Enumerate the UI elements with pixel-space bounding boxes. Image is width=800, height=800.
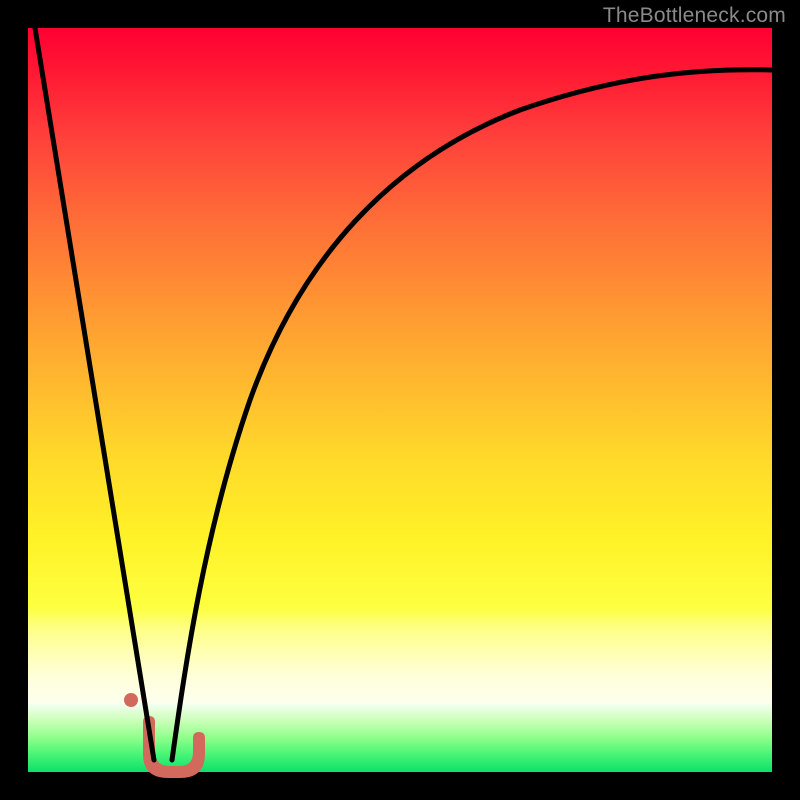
chart-frame: TheBottleneck.com: [0, 0, 800, 800]
plot-area: [28, 28, 772, 772]
gradient-band-pale: [28, 608, 772, 704]
watermark-text: TheBottleneck.com: [603, 4, 786, 28]
gradient-band-hot: [28, 28, 772, 608]
gradient-band-green: [28, 704, 772, 772]
